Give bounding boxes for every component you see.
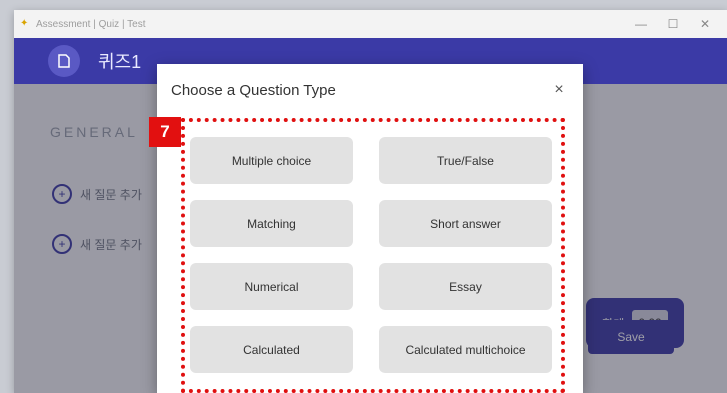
- type-calculated-multichoice-button[interactable]: Calculated multichoice: [379, 326, 552, 373]
- maximize-button[interactable]: ☐: [657, 17, 689, 31]
- step-number-badge: 7: [149, 117, 181, 147]
- question-type-dialog: Choose a Question Type × Multiple choice…: [157, 64, 583, 393]
- type-multiple-choice-button[interactable]: Multiple choice: [190, 137, 353, 184]
- type-numerical-button[interactable]: Numerical: [190, 263, 353, 310]
- type-true-false-button[interactable]: True/False: [379, 137, 552, 184]
- dialog-header: Choose a Question Type ×: [157, 64, 583, 116]
- document-icon: [48, 45, 80, 77]
- close-window-button[interactable]: ✕: [689, 17, 721, 31]
- quiz-title: 퀴즈1: [98, 52, 142, 72]
- type-essay-button[interactable]: Essay: [379, 263, 552, 310]
- question-type-grid: Multiple choice True/False Matching Shor…: [190, 137, 554, 373]
- title-bar: ✦ Assessment | Quiz | Test — ☐ ✕: [14, 10, 727, 38]
- type-short-answer-button[interactable]: Short answer: [379, 200, 552, 247]
- type-matching-button[interactable]: Matching: [190, 200, 353, 247]
- dialog-title: Choose a Question Type: [171, 81, 336, 99]
- window-title: Assessment | Quiz | Test: [36, 18, 146, 30]
- close-icon[interactable]: ×: [549, 81, 569, 99]
- app-icon: ✦: [20, 18, 29, 29]
- minimize-button[interactable]: —: [625, 17, 657, 31]
- type-calculated-button[interactable]: Calculated: [190, 326, 353, 373]
